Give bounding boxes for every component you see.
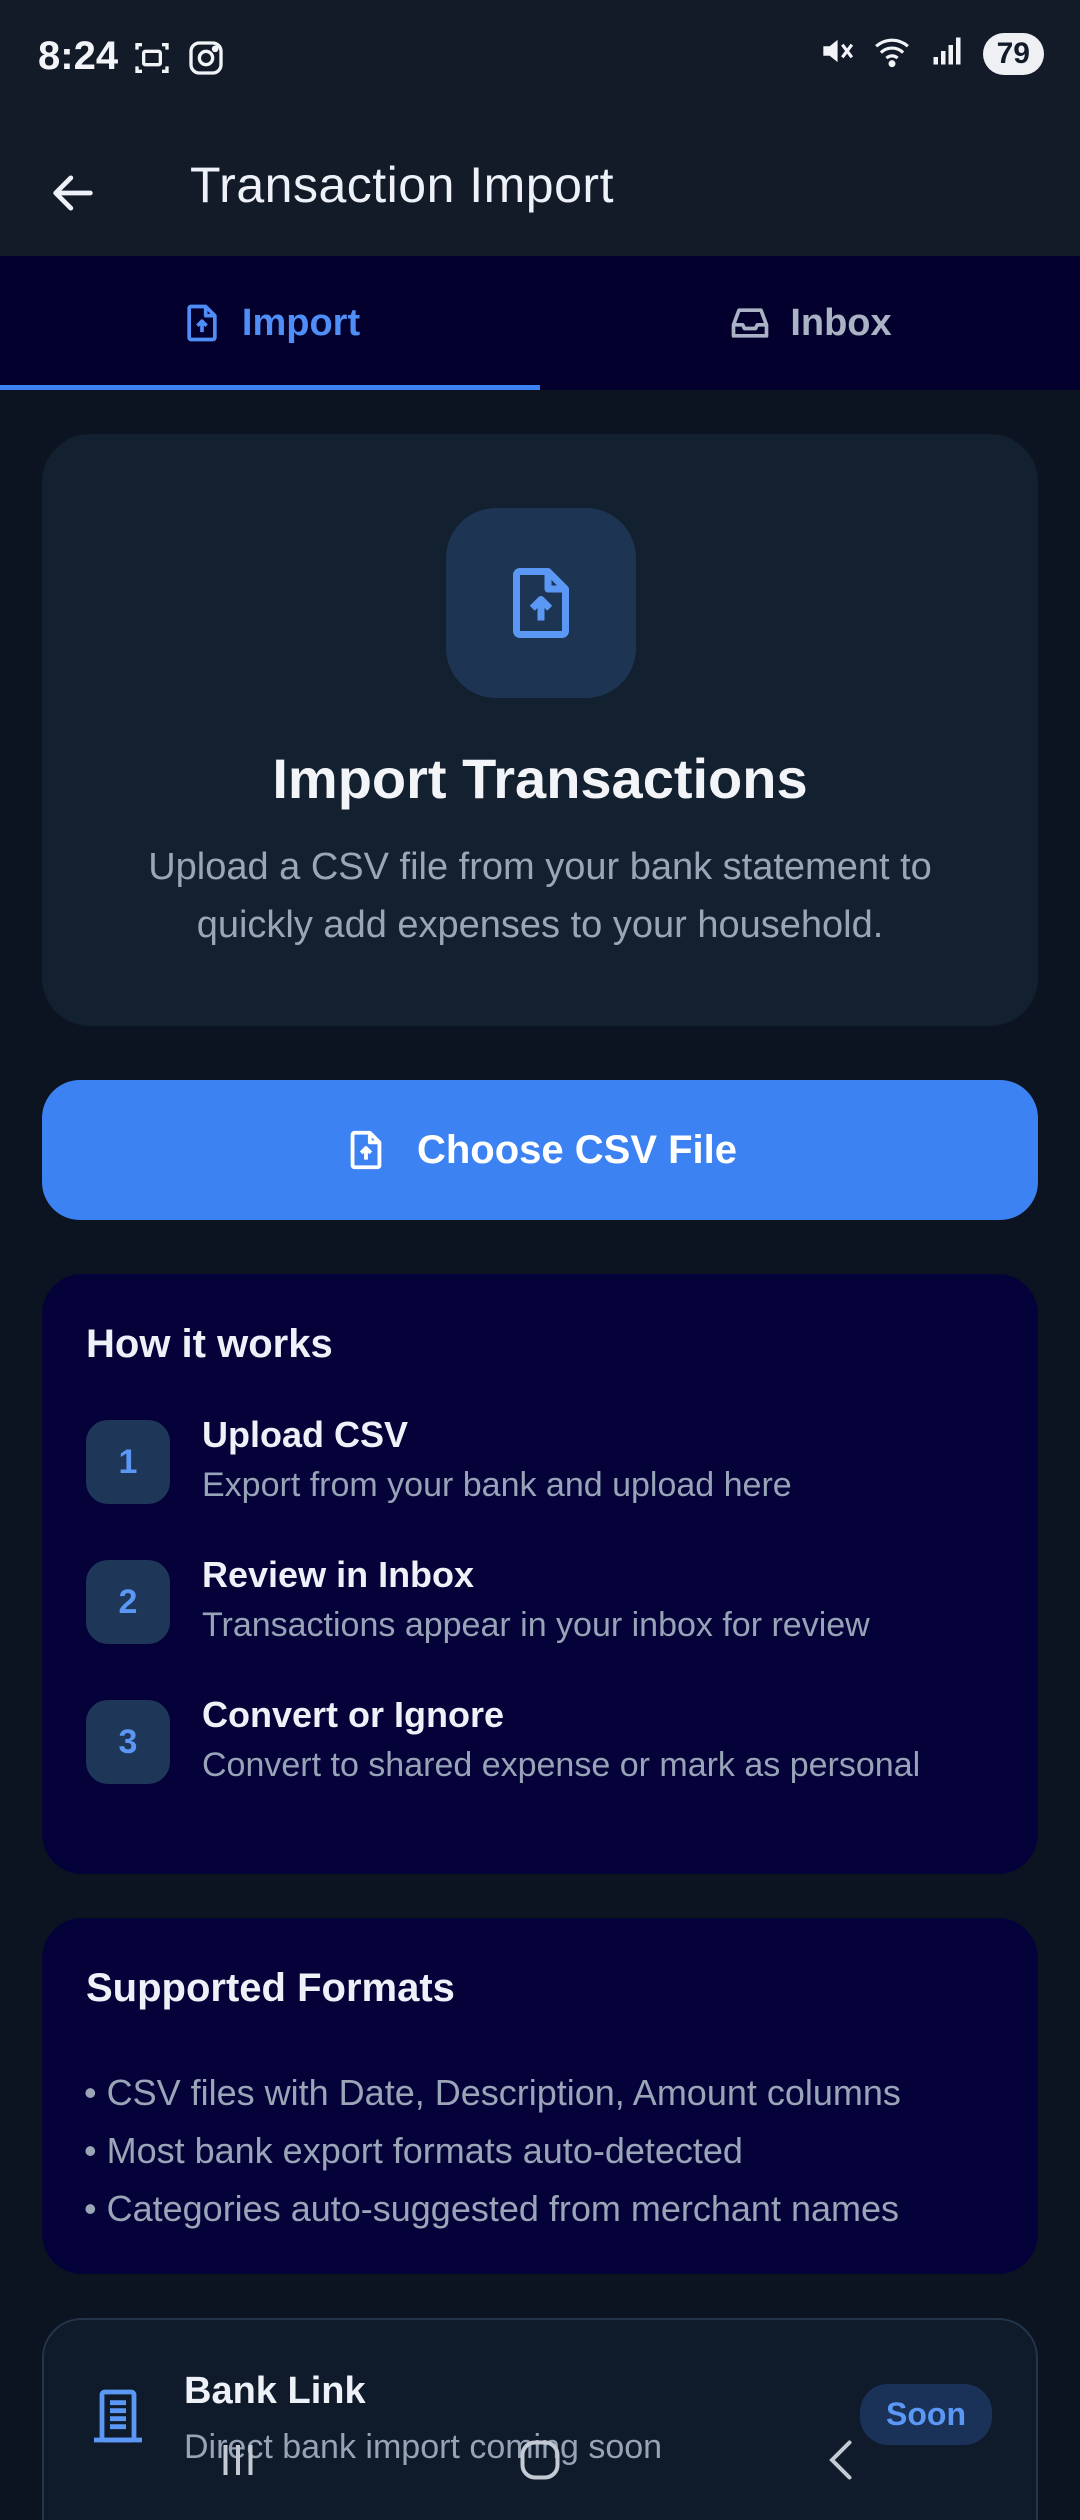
recent-apps-button[interactable] [208,2430,268,2490]
step-title: Review in Inbox [202,1554,475,1595]
tab-bar: Import Inbox [0,256,1080,390]
status-right-icons: 79 [817,32,1044,75]
step-description: Convert to shared expense or mark as per… [202,1746,921,1784]
supported-formats-card: Supported Formats • CSV files with Date,… [42,1918,1038,2274]
hero-icon-container [446,508,636,698]
step-title: Upload CSV [202,1414,409,1455]
list-item: • Categories auto-suggested from merchan… [84,2188,900,2229]
step-item: 1 Upload CSV Export from your bank and u… [86,1414,986,1510]
status-time: 8:24 [38,34,119,78]
step-description: Export from your bank and upload here [202,1466,792,1504]
choose-csv-button[interactable]: Choose CSV File [42,1080,1038,1220]
app-bar: Transaction Import [0,120,1080,256]
tab-inbox-label: Inbox [790,301,892,344]
home-icon [520,2440,560,2480]
status-left-icons [132,38,226,83]
battery-indicator: 79 [982,32,1044,75]
instagram-icon [186,38,226,83]
list-item: • CSV files with Date, Description, Amou… [84,2072,901,2113]
page-title: Transaction Import [190,157,614,213]
how-it-works-card: How it works 1 Upload CSV Export from yo… [42,1274,1038,1874]
step-description: Transactions appear in your inbox for re… [202,1606,870,1644]
supported-formats-heading: Supported Formats [86,1966,455,2010]
hero-description: Upload a CSV file from your bank stateme… [148,846,932,946]
system-nav-bar [0,2410,1080,2520]
mute-icon [817,32,855,75]
chevron-left-icon [829,2440,852,2480]
import-hero-card: Import Transactions Upload a CSV file fr… [42,434,1038,1026]
step-number: 2 [86,1560,170,1644]
tab-import-label: Import [241,301,361,344]
supported-formats-list: • CSV files with Date, Description, Amou… [84,2064,901,2238]
back-button[interactable] [40,160,106,226]
step-title: Convert or Ignore [202,1694,505,1735]
file-upload-icon [513,568,569,638]
bank-link-title: Bank Link [184,2370,366,2412]
home-button[interactable] [510,2430,570,2490]
tab-import[interactable]: Import [0,256,540,390]
list-item: • Most bank export formats auto-detected [84,2130,743,2171]
step-number: 1 [86,1420,170,1504]
arrow-left-icon [53,175,93,211]
how-it-works-heading: How it works [86,1322,333,1366]
inbox-icon [731,308,769,338]
nav-back-button[interactable] [812,2430,872,2490]
step-item: 2 Review in Inbox Transactions appear in… [86,1554,986,1650]
file-upload-icon [350,1130,382,1170]
recent-apps-icon [223,2445,253,2475]
wifi-icon [873,32,911,75]
screenshot-icon [132,38,172,83]
tab-inbox[interactable]: Inbox [540,256,1080,390]
hero-title: Import Transactions [272,747,808,810]
status-bar: 8:24 79 [0,0,1080,120]
signal-icon [929,33,965,74]
choose-csv-label: Choose CSV File [416,1127,738,1172]
file-upload-icon [187,304,217,342]
step-item: 3 Convert or Ignore Convert to shared ex… [86,1694,986,1790]
step-number: 3 [86,1700,170,1784]
